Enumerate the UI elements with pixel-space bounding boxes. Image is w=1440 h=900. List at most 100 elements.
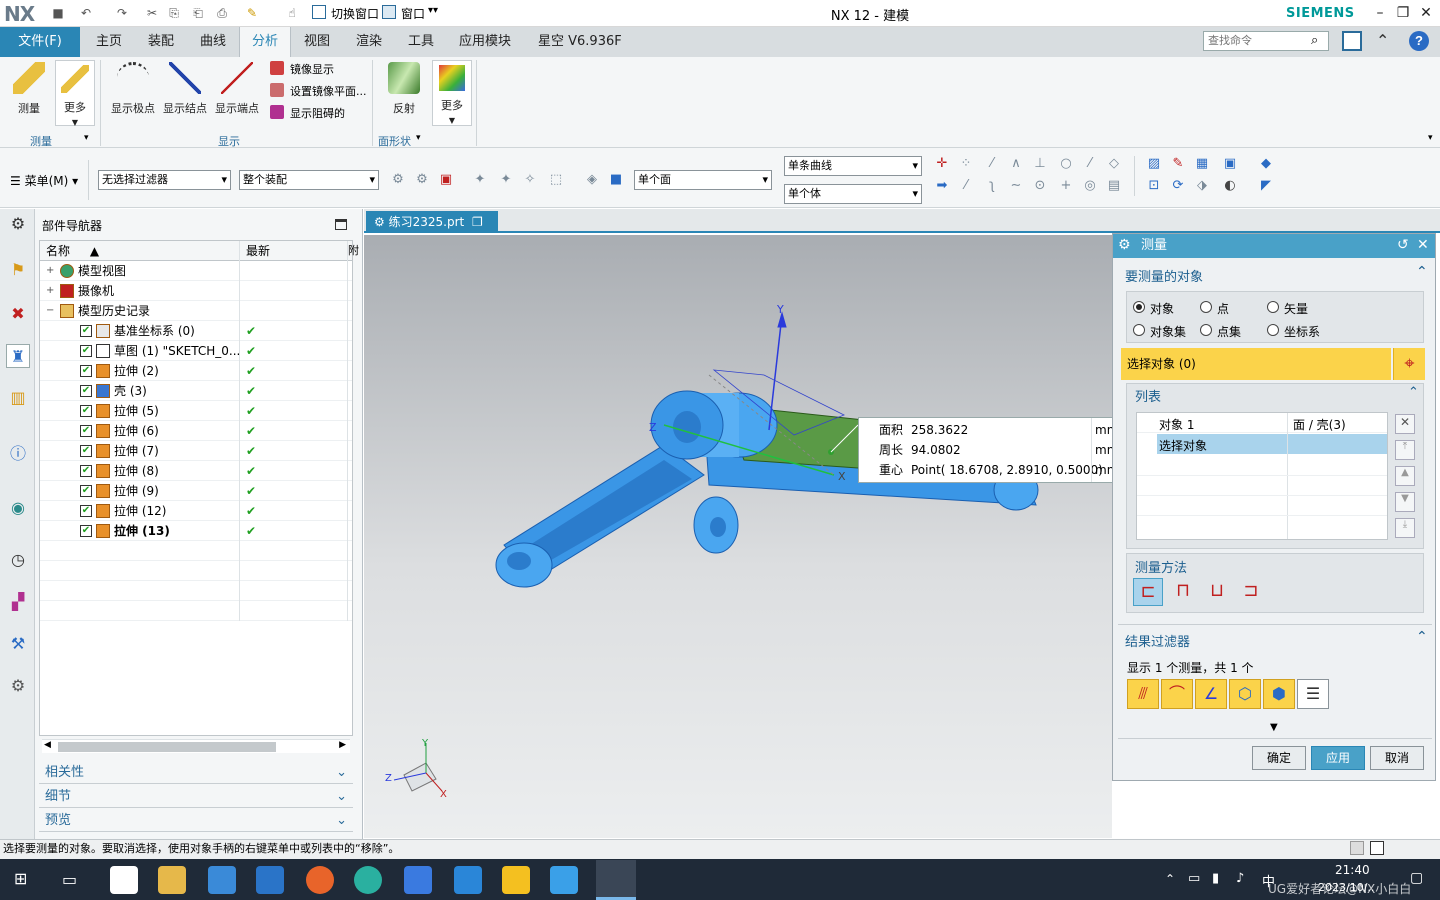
taskbar-security-icon[interactable] (454, 866, 482, 894)
snap-icon-1[interactable]: ✛ (934, 156, 950, 172)
switch-window-button[interactable]: 切换窗口 (331, 5, 379, 22)
measure-button[interactable]: 测量 (8, 62, 50, 116)
reflection-button[interactable]: 反射 (384, 62, 424, 116)
restore-icon[interactable]: ❐ (1393, 3, 1413, 23)
notification-icon[interactable]: ▢ (1410, 870, 1423, 886)
filter-icon-5[interactable]: ✧ (522, 172, 538, 188)
taskbar-store-icon[interactable] (208, 866, 236, 894)
filter-area-icon[interactable]: ⬡ (1229, 679, 1261, 709)
move-bottom-icon[interactable]: ⤓ (1395, 518, 1415, 538)
body-select-icon[interactable]: ◈ (584, 172, 600, 188)
render-style-icon[interactable]: ◆ (1258, 156, 1274, 172)
visibility-checkbox[interactable]: ✔ (80, 505, 92, 517)
visibility-checkbox[interactable]: ✔ (80, 365, 92, 377)
scroll-right-icon[interactable]: ▶ (339, 740, 346, 750)
curve-rule-dropdown[interactable]: 单条曲线 (784, 156, 922, 176)
move-down-icon[interactable]: ▼ (1395, 492, 1415, 512)
scroll-thumb[interactable] (58, 742, 276, 752)
taskbar-feishu-icon[interactable] (404, 866, 432, 894)
tree-row[interactable]: ✔ 拉伸 (7) ✔ (40, 441, 352, 461)
filter-volume-icon[interactable]: ⬢ (1263, 679, 1295, 709)
tree-row[interactable]: ✔ 拉伸 (13) ✔ (40, 521, 352, 541)
view-fit-icon[interactable]: ▨ (1146, 156, 1162, 172)
cancel-button[interactable]: 取消 (1370, 746, 1424, 770)
group-expand-icon[interactable]: ▾ (84, 133, 89, 143)
touch-mode-icon[interactable]: ☝ (284, 5, 300, 21)
taskbar-nx-icon[interactable] (596, 860, 636, 900)
part-navigator-icon[interactable]: ♜ (6, 344, 30, 368)
visibility-checkbox[interactable]: ✔ (80, 445, 92, 457)
filter-collapse-icon[interactable]: ⌃ (1416, 629, 1428, 645)
tray-volume-icon[interactable]: ♪ (1236, 871, 1244, 886)
dependencies-section[interactable]: 相关性 ⌄ (39, 762, 353, 784)
visibility-checkbox[interactable]: ✔ (80, 385, 92, 397)
visibility-checkbox[interactable]: ✔ (80, 465, 92, 477)
snap-icon-5[interactable]: ∼ (1008, 178, 1024, 194)
set-mirror-plane-button[interactable]: 设置镜像平面... (290, 83, 367, 99)
show-knots-button[interactable]: 显示结点 (160, 62, 210, 116)
radio-point-set[interactable] (1200, 324, 1212, 336)
filter-icon-4[interactable]: ✦ (498, 172, 514, 188)
taskbar-explorer-icon[interactable] (158, 866, 186, 894)
clock-time[interactable]: 21:40 (1335, 863, 1370, 877)
paste-special-icon[interactable]: ⎙ (214, 5, 230, 21)
tree-row[interactable]: ✔ 拉伸 (8) ✔ (40, 461, 352, 481)
snap-tangent-icon[interactable]: ⁄ (1082, 156, 1098, 172)
taskbar-edge-icon[interactable] (354, 866, 382, 894)
face-rule-dropdown[interactable]: 单个面 (634, 170, 772, 190)
list-row-selected[interactable]: 选择对象 (1157, 434, 1387, 454)
window-menu[interactable]: 窗口 (401, 5, 425, 22)
tab-render[interactable]: 渲染 (348, 27, 390, 57)
mirror-display-button[interactable]: 镜像显示 (290, 61, 334, 77)
tree-row[interactable]: ✔ 拉伸 (12) ✔ (40, 501, 352, 521)
search-icon[interactable]: ⌕ (1311, 33, 1318, 48)
undo-icon[interactable]: ↶ (78, 5, 94, 21)
view-zoom-icon[interactable]: ✎ (1170, 156, 1186, 172)
history-icon[interactable]: ◷ (6, 548, 30, 572)
list-row[interactable]: 对象 1 面 / 壳(3) (1137, 413, 1387, 433)
preview-section[interactable]: 预览 ⌄ (39, 810, 353, 832)
dialog-close-icon[interactable]: ✕ (1417, 237, 1429, 253)
more-shape-button[interactable]: 更多 ▼ (432, 60, 472, 126)
column-extra-header[interactable]: 附 (348, 241, 359, 261)
snap-icon-2[interactable]: ⁘ (958, 156, 974, 172)
snap-icon-7[interactable]: ▤ (1106, 178, 1122, 194)
tab-tools[interactable]: 工具 (400, 27, 442, 57)
method-free-icon[interactable]: ⊏ (1133, 578, 1163, 606)
system-materials-icon[interactable]: ▞ (6, 590, 30, 614)
crosshair-icon[interactable]: ⌖ (1393, 348, 1425, 380)
tree-row[interactable]: ✔ 拉伸 (5) ✔ (40, 401, 352, 421)
snap-control-icon[interactable]: ⊥ (1032, 156, 1048, 172)
apply-button[interactable]: 应用 (1311, 746, 1365, 770)
tree-row[interactable]: + 模型视图 (40, 261, 352, 281)
snap-existing-point-icon[interactable]: + (1058, 178, 1074, 194)
copy-icon[interactable]: ⎘ (166, 5, 182, 21)
remove-icon[interactable]: ✕ (1395, 414, 1415, 434)
rotate-icon[interactable]: ⟳ (1170, 178, 1186, 194)
tree-row[interactable]: ✔ 草图 (1) "SKETCH_0... ✔ (40, 341, 352, 361)
visibility-checkbox[interactable]: ✔ (80, 325, 92, 337)
tab-home[interactable]: 主页 (88, 27, 130, 57)
view-zoom-window-icon[interactable]: ⊡ (1146, 178, 1162, 194)
assembly-navigator-icon[interactable]: ⚑ (6, 258, 30, 282)
filter-icon-2[interactable]: ⚙ (414, 172, 430, 188)
tree-row[interactable]: − 模型历史记录 (40, 301, 352, 321)
show-blocking-button[interactable]: 显示阻碍的 (290, 105, 345, 121)
snap-icon-4[interactable]: ʅ (984, 178, 1000, 194)
status-icon-2[interactable] (1370, 841, 1384, 855)
tree-row[interactable]: ✔ 拉伸 (2) ✔ (40, 361, 352, 381)
collapse-ribbon-icon[interactable]: ⌃ (1376, 31, 1389, 50)
visibility-checkbox[interactable]: ✔ (80, 345, 92, 357)
section-view-icon[interactable]: ◤ (1258, 178, 1274, 194)
show-endpoints-button[interactable]: 显示端点 (212, 62, 262, 116)
taskbar-firefox-icon[interactable] (306, 866, 334, 894)
selection-scope-dropdown[interactable]: 整个装配 (239, 170, 379, 190)
save-icon[interactable]: ■ (50, 5, 66, 21)
file-menu[interactable]: 文件(F) (0, 27, 80, 57)
radio-point[interactable] (1200, 301, 1212, 313)
taskbar-player-icon[interactable] (110, 866, 138, 894)
visibility-checkbox[interactable]: ✔ (80, 525, 92, 537)
radio-csys[interactable] (1267, 324, 1279, 336)
close-icon[interactable]: ✕ (1416, 3, 1436, 23)
help-icon[interactable]: ? (1409, 31, 1429, 51)
